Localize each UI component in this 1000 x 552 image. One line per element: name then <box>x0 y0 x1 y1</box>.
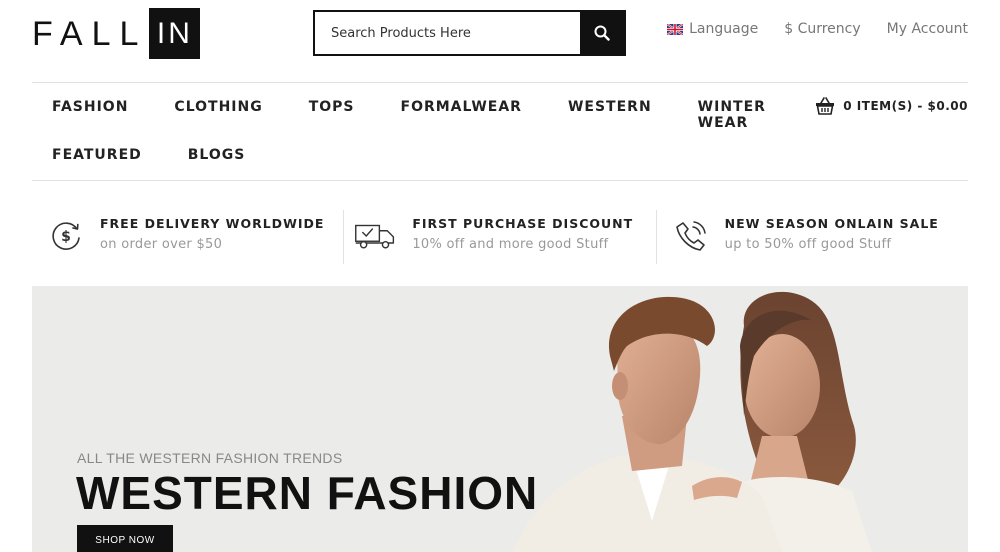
top-nav: Language $ Currency My Account <box>667 21 968 37</box>
shopping-basket-icon <box>816 97 835 115</box>
menu-item-tops[interactable]: TOPS <box>309 99 355 115</box>
language-selector[interactable]: Language <box>667 21 758 37</box>
feature-text: FIRST PURCHASE DISCOUNT 10% off and more… <box>412 210 633 252</box>
menu-divider <box>32 180 968 181</box>
search-input[interactable] <box>315 12 580 54</box>
delivery-truck-icon <box>355 218 396 254</box>
menu-item-winter-wear[interactable]: WINTER WEAR <box>698 99 766 131</box>
feature-title: FREE DELIVERY WORLDWIDE <box>100 216 325 231</box>
feature-title: FIRST PURCHASE DISCOUNT <box>412 216 634 231</box>
feature-title: NEW SEASON ONLAIN SALE <box>724 216 939 231</box>
currency-label: $ Currency <box>784 21 861 37</box>
menu-item-western[interactable]: WESTERN <box>568 99 652 115</box>
cart-summary[interactable]: 0 ITEM(S) - $0.00 <box>815 97 968 115</box>
feature-text: NEW SEASON ONLAIN SALE up to 50% off goo… <box>725 210 939 252</box>
hero-title: WESTERN FASHION <box>76 467 539 519</box>
hero-subtitle: ALL THE WESTERN FASHION TRENDS <box>77 450 343 466</box>
feature-subtitle: up to 50% off good Stuff <box>724 237 892 252</box>
dollar-cycle-icon: $ <box>48 218 84 254</box>
cart-label: 0 ITEM(S) - $0.00 <box>843 99 968 113</box>
feature-subtitle: 10% off and more good Stuff <box>412 237 609 252</box>
header-divider <box>32 82 968 83</box>
feature-text: FREE DELIVERY WORLDWIDE on order over $5… <box>100 210 324 252</box>
logo-text: FALL <box>32 14 148 53</box>
features-strip: $ FREE DELIVERY WORLDWIDE on order over … <box>32 210 968 264</box>
hero-models-image <box>512 291 872 552</box>
menu-item-formalwear[interactable]: FORMALWEAR <box>401 99 522 115</box>
phone-call-icon <box>673 218 709 254</box>
currency-selector[interactable]: $ Currency <box>784 21 860 37</box>
menu-item-fashion[interactable]: FASHION <box>52 99 128 115</box>
hero-banner: ALL THE WESTERN FASHION TRENDS WESTERN F… <box>32 286 968 552</box>
account-label: My Account <box>886 21 968 37</box>
menu-row-2: FEATURED BLOGS <box>52 147 772 195</box>
search-button[interactable] <box>580 12 624 54</box>
logo-badge: IN <box>149 8 201 59</box>
menu-item-blogs[interactable]: BLOGS <box>188 147 246 163</box>
menu-row-1: FASHION CLOTHING TOPS FORMALWEAR WESTERN… <box>52 99 772 147</box>
menu-item-featured[interactable]: FEATURED <box>52 147 142 163</box>
feature-season-sale: NEW SEASON ONLAIN SALE up to 50% off goo… <box>657 210 968 264</box>
feature-subtitle: on order over $50 <box>100 237 223 252</box>
svg-text:$: $ <box>61 229 71 245</box>
site-logo[interactable]: FALL IN <box>32 8 201 59</box>
feature-free-delivery: $ FREE DELIVERY WORLDWIDE on order over … <box>32 210 345 264</box>
search-bar <box>313 10 626 56</box>
feature-first-purchase: FIRST PURCHASE DISCOUNT 10% off and more… <box>344 210 657 264</box>
shop-now-button[interactable]: SHOP NOW <box>77 525 173 552</box>
language-label: Language <box>689 21 759 37</box>
my-account-link[interactable]: My Account <box>887 21 968 37</box>
search-icon <box>594 25 610 41</box>
menu-item-clothing[interactable]: CLOTHING <box>174 99 262 115</box>
uk-flag-icon <box>667 23 684 35</box>
